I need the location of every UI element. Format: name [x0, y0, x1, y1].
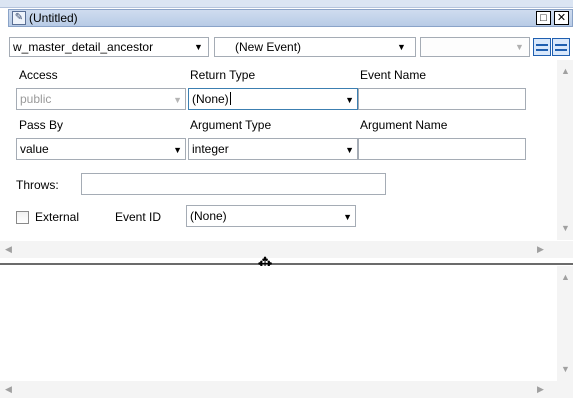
event-dropdown[interactable]: (New Event) ▼	[214, 37, 416, 57]
argument-type-label: Argument Type	[190, 118, 272, 132]
return-type-value: (None)	[192, 92, 231, 106]
access-dropdown[interactable]: public ▼	[16, 88, 186, 110]
throws-label: Throws:	[16, 178, 59, 192]
object-dropdown-value: w_master_detail_ancestor	[13, 40, 154, 54]
layout-list-icon[interactable]	[533, 38, 551, 56]
pane-splitter[interactable]	[0, 263, 573, 265]
chevron-down-icon[interactable]: ▼	[394, 40, 409, 54]
scroll-right-icon[interactable]: ▶	[537, 244, 544, 254]
chevron-down-icon[interactable]: ▼	[512, 40, 527, 54]
throws-input[interactable]	[81, 173, 386, 195]
title-bar: ✎ (Untitled) □ ✕	[8, 9, 573, 27]
lower-vertical-scrollbar[interactable]: ▲ ▼	[557, 266, 573, 381]
layout-split-icon[interactable]	[552, 38, 570, 56]
scroll-down-icon[interactable]: ▼	[561, 223, 570, 233]
scroll-up-icon[interactable]: ▲	[561, 272, 570, 282]
script-editor-pane[interactable]	[8, 266, 557, 381]
maximize-button[interactable]: □	[536, 11, 551, 25]
chevron-down-icon[interactable]: ▼	[345, 93, 354, 107]
scroll-down-icon[interactable]: ▼	[561, 364, 570, 374]
argument-type-value: integer	[192, 142, 229, 156]
event-id-dropdown[interactable]: (None) ▼	[186, 205, 356, 227]
pass-by-label: Pass By	[19, 118, 64, 132]
object-dropdown[interactable]: w_master_detail_ancestor ▼	[9, 37, 209, 57]
scroll-up-icon[interactable]: ▲	[561, 66, 570, 76]
pass-by-value: value	[20, 142, 49, 156]
upper-horizontal-scrollbar[interactable]: ◀ ▶	[0, 241, 573, 258]
event-id-value: (None)	[190, 209, 227, 223]
top-strip	[0, 0, 573, 8]
return-type-label: Return Type	[190, 68, 256, 82]
window-title: (Untitled)	[29, 11, 78, 25]
event-id-label: Event ID	[115, 210, 162, 224]
argument-name-input[interactable]	[358, 138, 526, 160]
chevron-down-icon[interactable]: ▼	[343, 210, 352, 224]
event-name-input[interactable]	[358, 88, 526, 110]
access-label: Access	[19, 68, 58, 82]
return-type-dropdown[interactable]: (None) ▼	[188, 88, 358, 110]
upper-vertical-scrollbar[interactable]: ▲ ▼	[557, 60, 573, 240]
external-label: External	[35, 210, 80, 224]
script-window-icon: ✎	[12, 11, 26, 25]
argument-type-dropdown[interactable]: integer ▼	[188, 138, 358, 160]
access-value: public	[20, 92, 52, 106]
close-button[interactable]: ✕	[554, 11, 569, 25]
chevron-down-icon[interactable]: ▼	[173, 93, 182, 107]
pass-by-dropdown[interactable]: value ▼	[16, 138, 186, 160]
scroll-right-icon[interactable]: ▶	[537, 384, 544, 394]
external-checkbox[interactable]	[16, 211, 29, 224]
event-name-label: Event Name	[360, 68, 427, 82]
chevron-down-icon[interactable]: ▼	[345, 143, 354, 157]
event-dropdown-value: (New Event)	[235, 40, 302, 54]
event-declaration-pane: Access Return Type Event Name public ▼ (…	[8, 60, 557, 240]
lower-horizontal-scrollbar[interactable]: ◀ ▶	[0, 381, 573, 398]
chevron-down-icon[interactable]: ▼	[173, 143, 182, 157]
scroll-left-icon[interactable]: ◀	[5, 244, 12, 254]
third-dropdown[interactable]: ▼	[420, 37, 530, 57]
argument-name-label: Argument Name	[360, 118, 448, 132]
chevron-down-icon[interactable]: ▼	[191, 40, 206, 54]
scroll-left-icon[interactable]: ◀	[5, 384, 12, 394]
